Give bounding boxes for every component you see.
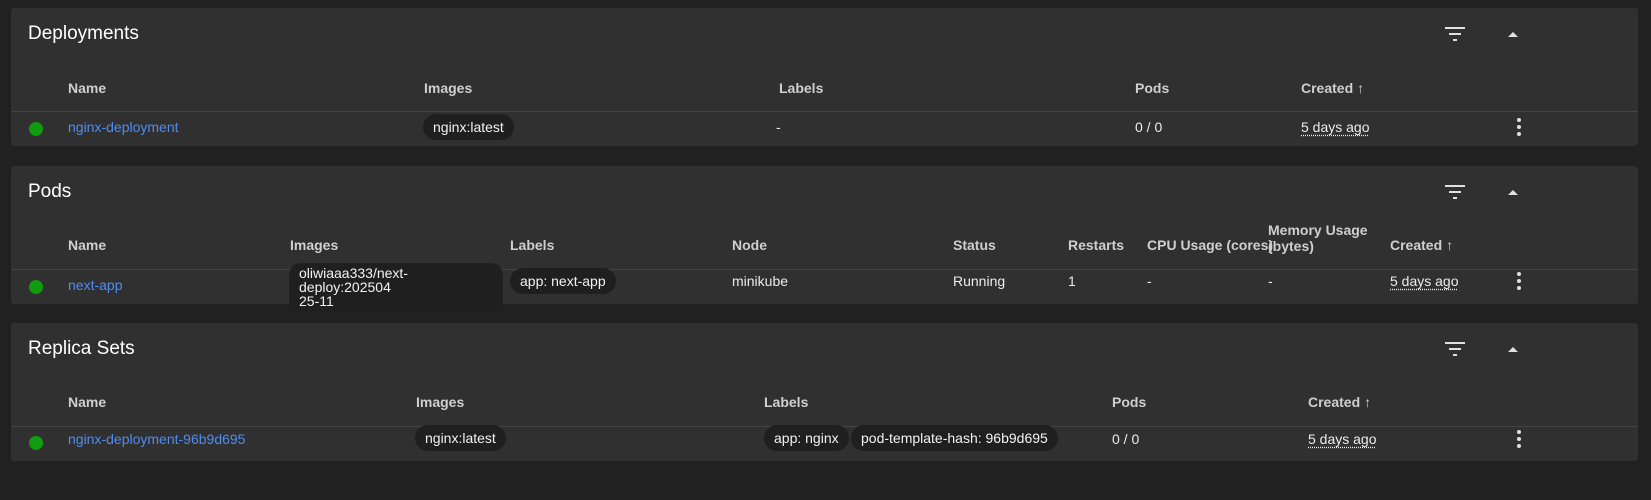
column-header-memory-line2: (bytes) [1268,238,1314,254]
pods-column-headers: Name Images Labels Node Status Restarts … [11,220,1638,270]
pod-name-link[interactable]: next-app [68,277,122,293]
column-header-memory-line1: Memory Usage [1268,222,1368,238]
column-header-created[interactable]: Created ↑ [1390,237,1453,253]
column-header-pods[interactable]: Pods [1112,394,1146,410]
column-header-created-label: Created [1390,237,1443,253]
column-header-cpu-usage[interactable]: CPU Usage (cores) [1147,237,1273,253]
column-header-created-label: Created [1301,80,1354,96]
memory-usage-value: - [1268,273,1273,289]
label-chip: pod-template-hash: 96b9d695 [851,425,1058,451]
table-row: nginx-deployment nginx:latest - 0 / 0 5 … [11,112,1638,146]
column-header-memory-usage[interactable]: Memory Usage (bytes) [1268,222,1368,254]
pods-value: 0 / 0 [1112,431,1140,447]
column-header-images[interactable]: Images [424,80,472,96]
pods-header: Pods [11,166,1638,220]
status-ok-icon [29,436,43,450]
column-header-status[interactable]: Status [953,237,996,253]
sort-ascending-icon: ↑ [1364,394,1372,410]
filter-icon[interactable] [1442,21,1468,47]
replica-sets-header: Replica Sets [11,323,1638,377]
column-header-name[interactable]: Name [68,237,106,253]
cpu-usage-value: - [1147,273,1152,289]
column-header-restarts[interactable]: Restarts [1068,237,1124,253]
more-vert-icon[interactable] [1509,271,1529,291]
status-ok-icon [29,280,43,294]
column-header-created[interactable]: Created ↑ [1308,394,1371,410]
pods-value: 0 / 0 [1135,119,1163,135]
image-chip: nginx:latest [423,114,514,140]
sort-ascending-icon: ↑ [1357,80,1365,96]
column-header-name[interactable]: Name [68,394,106,410]
deployment-name-link[interactable]: nginx-deployment [68,119,179,135]
column-header-images[interactable]: Images [290,237,338,253]
labels-value: - [776,119,781,135]
column-header-node[interactable]: Node [732,237,767,253]
restarts-value: 1 [1068,273,1076,289]
pods-card: Pods Name Images Labels Node Status Rest… [11,166,1638,311]
filter-icon[interactable] [1442,336,1468,362]
image-chip-line2: 25-11 [299,293,334,309]
node-value: minikube [732,273,789,289]
deployments-header: Deployments [11,8,1638,62]
column-header-created[interactable]: Created ↑ [1301,80,1364,96]
deployments-card: Deployments Name Images Labels Pods Crea… [11,8,1638,146]
column-header-pods[interactable]: Pods [1135,80,1169,96]
column-header-labels[interactable]: Labels [779,80,823,96]
table-row: next-app oliwiaaa333/next-deploy:202504 … [11,263,1638,311]
more-vert-icon[interactable] [1509,429,1529,449]
created-value: 5 days ago [1390,273,1459,289]
deployments-title: Deployments [28,23,139,44]
more-vert-icon[interactable] [1509,117,1529,137]
column-header-created-label: Created [1308,394,1361,410]
replica-sets-title: Replica Sets [28,338,135,359]
chevron-up-icon[interactable] [1500,21,1526,47]
status-value: Running [953,273,1006,289]
label-chip: app: next-app [510,268,616,294]
column-header-name[interactable]: Name [68,80,106,96]
column-header-images[interactable]: Images [416,394,464,410]
status-ok-icon [29,122,43,136]
created-value: 5 days ago [1301,119,1370,135]
pods-title: Pods [28,181,72,202]
column-header-labels[interactable]: Labels [764,394,808,410]
sort-ascending-icon: ↑ [1446,237,1454,253]
image-chip: oliwiaaa333/next-deploy:202504 25-11 [289,263,503,311]
column-header-labels[interactable]: Labels [510,237,554,253]
table-row: nginx-deployment-96b9d695 nginx:latest a… [11,425,1638,461]
image-chip-line1: oliwiaaa333/next-deploy:202504 [299,265,408,295]
replica-sets-column-headers: Name Images Labels Pods Created ↑ [11,377,1638,427]
filter-icon[interactable] [1442,179,1468,205]
image-chip: nginx:latest [415,425,506,451]
deployments-column-headers: Name Images Labels Pods Created ↑ [11,62,1638,112]
created-value: 5 days ago [1308,431,1377,447]
label-chip: app: nginx [764,425,849,451]
chevron-up-icon[interactable] [1500,336,1526,362]
replica-sets-card: Replica Sets Name Images Labels Pods Cre… [11,323,1638,461]
chevron-up-icon[interactable] [1500,179,1526,205]
replica-set-name-link[interactable]: nginx-deployment-96b9d695 [68,431,245,447]
